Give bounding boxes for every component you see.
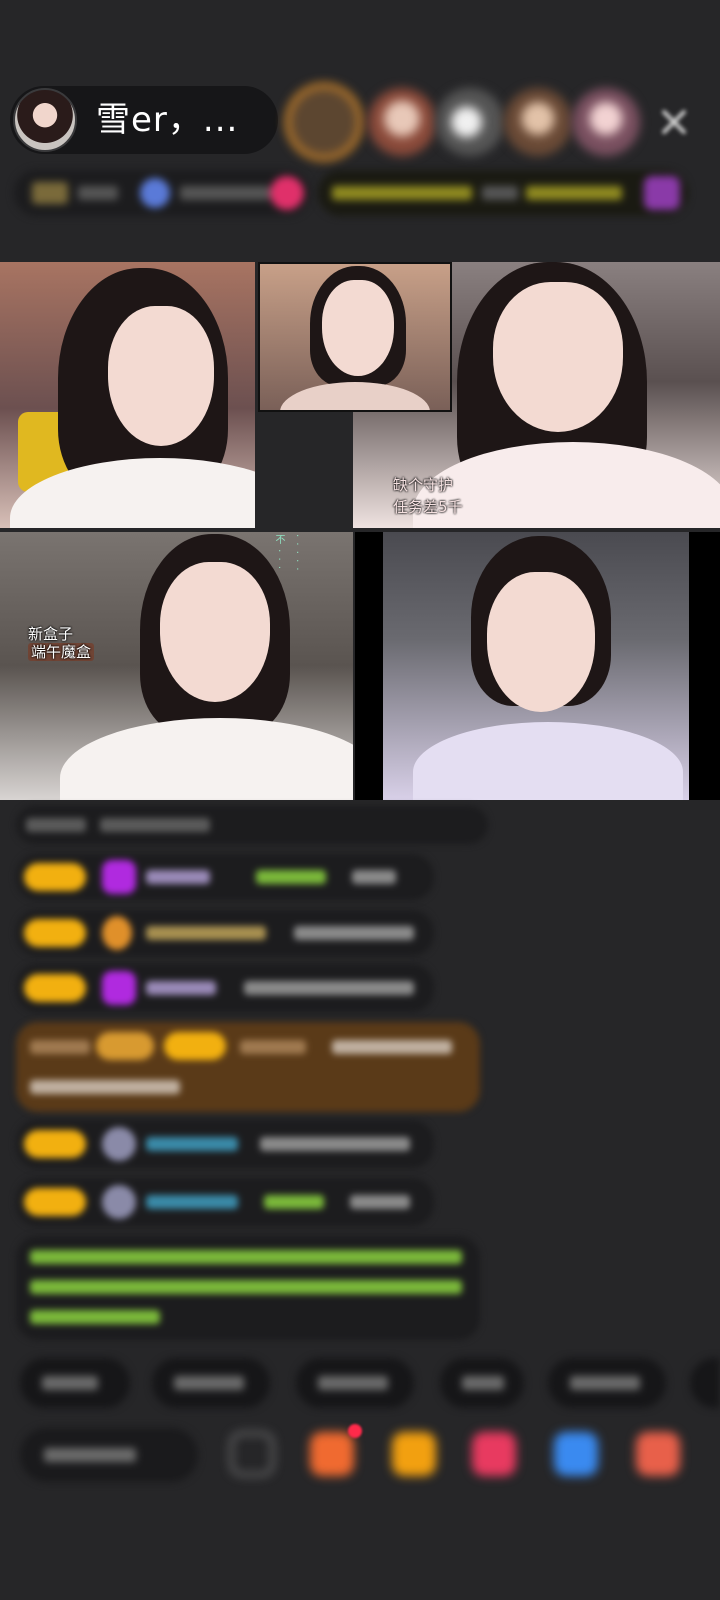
- follow-icon[interactable]: [270, 176, 304, 210]
- notification-dot: [348, 1424, 362, 1438]
- streamer-face: [160, 562, 270, 702]
- rank-banner[interactable]: [318, 170, 688, 216]
- gift-banner-message: [16, 1022, 480, 1112]
- streamer-shoulders: [60, 718, 353, 800]
- chat-message: [16, 854, 434, 900]
- video-tile-5[interactable]: [355, 532, 720, 800]
- vertical-caption-2: · · · · ·: [291, 534, 302, 572]
- activity-icon[interactable]: [644, 176, 680, 210]
- chat-message: [16, 910, 434, 956]
- share-icon[interactable]: [554, 1432, 598, 1476]
- level-badge: [32, 182, 68, 204]
- host-info-pill[interactable]: 雪er，...: [10, 86, 278, 154]
- quick-reply-6[interactable]: [690, 1358, 720, 1408]
- top-viewer-avatar-4[interactable]: [504, 88, 572, 156]
- streamer-face: [322, 280, 394, 376]
- video-tile-2[interactable]: [258, 262, 452, 412]
- video-tile-1[interactable]: [0, 262, 255, 528]
- top-viewer-avatar-3[interactable]: [436, 88, 504, 156]
- chat-message: [16, 964, 434, 1012]
- guard-task-line1: 缺个守护: [393, 476, 454, 494]
- host-name: 雪er，...: [96, 100, 239, 140]
- top-viewer-avatar-2[interactable]: [368, 88, 436, 156]
- chat-input[interactable]: [20, 1428, 198, 1482]
- system-notice-message: [16, 1236, 480, 1340]
- rank-divider-text: [482, 186, 518, 200]
- room-info-bar[interactable]: [14, 170, 310, 216]
- chat-message: [16, 1178, 434, 1226]
- room-info-text: [78, 186, 118, 200]
- vertical-caption-1: 不 · · ·: [273, 534, 284, 571]
- game-box-icon[interactable]: [310, 1432, 354, 1476]
- chat-message: [16, 1120, 434, 1168]
- quick-reply-3[interactable]: [296, 1358, 414, 1408]
- top-viewer-avatar-5[interactable]: [572, 88, 640, 156]
- box-promo-line1: 新盒子: [28, 625, 74, 643]
- close-icon[interactable]: [656, 104, 692, 140]
- box-promo-line2: 端午魔盒: [28, 642, 95, 662]
- rank-text-2: [526, 186, 622, 200]
- streamer-face: [108, 306, 214, 446]
- streamer-shoulders: [280, 382, 430, 410]
- video-tile-4[interactable]: 不 · · · · · · · ·: [0, 532, 353, 800]
- quick-reply-4[interactable]: [440, 1358, 524, 1408]
- popularity-icon: [140, 178, 170, 208]
- activity-box-icon[interactable]: [636, 1432, 680, 1476]
- popularity-text: [180, 186, 270, 200]
- streamer-face: [493, 282, 623, 432]
- gift-box-icon[interactable]: [392, 1432, 436, 1476]
- top-viewer-avatar-1[interactable]: [290, 88, 358, 156]
- video-tile-5-frame: [383, 532, 689, 800]
- gift-icon[interactable]: [472, 1432, 516, 1476]
- host-avatar[interactable]: [13, 88, 77, 152]
- quick-reply-1[interactable]: [20, 1358, 130, 1408]
- streamer-face: [487, 572, 595, 712]
- quick-reply-2[interactable]: [152, 1358, 270, 1408]
- guard-task-line2: 任务差5千: [393, 498, 463, 516]
- more-options-icon[interactable]: [230, 1432, 274, 1476]
- rank-text: [332, 186, 472, 200]
- streamer-shoulders: [413, 722, 683, 800]
- chat-message: [16, 806, 488, 844]
- quick-reply-5[interactable]: [548, 1358, 666, 1408]
